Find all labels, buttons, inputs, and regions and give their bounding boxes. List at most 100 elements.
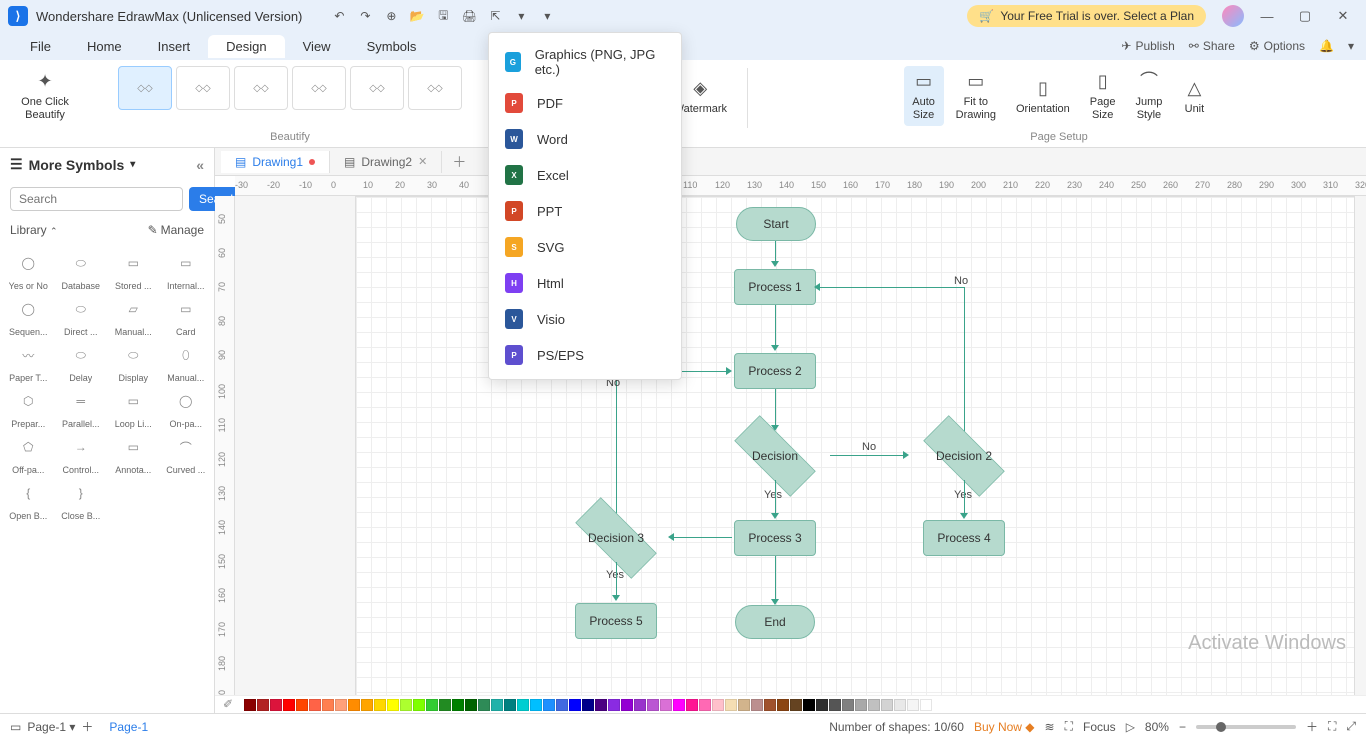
export-item[interactable]: SSVG <box>489 229 681 265</box>
color-swatch[interactable] <box>621 699 633 711</box>
color-swatch[interactable] <box>491 699 503 711</box>
trial-banner[interactable]: 🛒 Your Free Trial is over. Select a Plan <box>967 5 1206 27</box>
eyedropper-icon[interactable]: ✐ <box>223 697 239 713</box>
buy-now-link[interactable]: Buy Now ◆ <box>974 720 1035 734</box>
page-size-button[interactable]: ▯Page Size <box>1082 66 1124 126</box>
tab-drawing2[interactable]: ▤ Drawing2 ✕ <box>330 151 442 173</box>
export-item[interactable]: GGraphics (PNG, JPG etc.) <box>489 39 681 85</box>
color-swatch[interactable] <box>777 699 789 711</box>
color-swatch[interactable] <box>569 699 581 711</box>
color-swatch[interactable] <box>829 699 841 711</box>
shape-thumbnail[interactable]: ▭Annota... <box>111 431 156 475</box>
node-process3[interactable]: Process 3 <box>734 520 816 556</box>
beautify-style-5[interactable]: ◇◇ <box>350 66 404 110</box>
shape-thumbnail[interactable]: {Open B... <box>6 477 51 521</box>
close-button[interactable]: ✕ <box>1328 6 1358 26</box>
shape-thumbnail[interactable]: ▭Loop Li... <box>111 385 156 429</box>
add-tab-button[interactable]: ＋ <box>442 148 476 176</box>
shape-thumbnail[interactable]: ⬭Display <box>111 339 156 383</box>
shape-thumbnail[interactable]: ◯Yes or No <box>6 247 51 291</box>
minimize-button[interactable]: — <box>1252 6 1282 26</box>
beautify-style-1[interactable]: ◇◇ <box>118 66 172 110</box>
redo-icon[interactable]: ↷ <box>356 7 374 25</box>
layers-icon[interactable]: ≋ <box>1045 720 1055 734</box>
page-list-icon[interactable]: ▭ <box>10 720 21 734</box>
add-page-button[interactable]: ＋ <box>81 718 93 735</box>
color-swatch[interactable] <box>543 699 555 711</box>
node-process1[interactable]: Process 1 <box>734 269 816 305</box>
export-item[interactable]: PPS/EPS <box>489 337 681 373</box>
export-item[interactable]: PPPT <box>489 193 681 229</box>
page-selector[interactable]: Page-1 ▾ <box>27 720 75 734</box>
color-swatch[interactable] <box>790 699 802 711</box>
color-swatch[interactable] <box>608 699 620 711</box>
color-swatch[interactable] <box>582 699 594 711</box>
shape-thumbnail[interactable]: ▱Manual... <box>111 293 156 337</box>
shape-thumbnail[interactable]: →Control... <box>59 431 104 475</box>
fit-drawing-button[interactable]: ▭Fit to Drawing <box>948 66 1004 126</box>
color-swatch[interactable] <box>881 699 893 711</box>
fit-screen-icon[interactable]: ⛶ <box>1328 719 1336 734</box>
beautify-style-6[interactable]: ◇◇ <box>408 66 462 110</box>
beautify-style-3[interactable]: ◇◇ <box>234 66 288 110</box>
zoom-out-button[interactable]: − <box>1179 720 1186 734</box>
collapse-sidebar-icon[interactable]: « <box>196 157 204 173</box>
color-swatch[interactable] <box>634 699 646 711</box>
node-process4[interactable]: Process 4 <box>923 520 1005 556</box>
shape-thumbnail[interactable]: ⬭Direct ... <box>59 293 104 337</box>
shape-thumbnail[interactable]: }Close B... <box>59 477 104 521</box>
color-swatch[interactable] <box>465 699 477 711</box>
menu-symbols[interactable]: Symbols <box>349 35 435 58</box>
color-swatch[interactable] <box>725 699 737 711</box>
menu-home[interactable]: Home <box>69 35 140 58</box>
color-swatch[interactable] <box>426 699 438 711</box>
close-icon[interactable]: ✕ <box>418 155 427 168</box>
node-process2[interactable]: Process 2 <box>734 353 816 389</box>
beautify-style-4[interactable]: ◇◇ <box>292 66 346 110</box>
shape-thumbnail[interactable]: 〰Paper T... <box>6 339 51 383</box>
zoom-in-button[interactable]: ＋ <box>1306 718 1318 735</box>
chevron-down-icon[interactable]: ▾ <box>1348 39 1354 53</box>
undo-icon[interactable]: ↶ <box>330 7 348 25</box>
jump-style-button[interactable]: ⌒Jump Style <box>1128 66 1171 126</box>
color-swatch[interactable] <box>439 699 451 711</box>
node-decision[interactable]: Decision <box>720 431 830 481</box>
shape-thumbnail[interactable]: ⬡Prepar... <box>6 385 51 429</box>
focus-label[interactable]: Focus <box>1083 720 1116 734</box>
zoom-slider[interactable] <box>1196 725 1296 729</box>
export-item[interactable]: PPDF <box>489 85 681 121</box>
manage-button[interactable]: ✎Manage <box>148 223 204 237</box>
shape-thumbnail[interactable]: ◯Sequen... <box>6 293 51 337</box>
color-swatch[interactable] <box>855 699 867 711</box>
more-chevron-icon[interactable]: ▾ <box>538 7 556 25</box>
color-swatch[interactable] <box>738 699 750 711</box>
color-swatch[interactable] <box>296 699 308 711</box>
node-end[interactable]: End <box>735 605 815 639</box>
color-swatch[interactable] <box>413 699 425 711</box>
export-item[interactable]: VVisio <box>489 301 681 337</box>
avatar[interactable] <box>1222 5 1244 27</box>
color-swatch[interactable] <box>764 699 776 711</box>
color-swatch[interactable] <box>556 699 568 711</box>
open-icon[interactable]: 📂 <box>408 7 426 25</box>
color-swatch[interactable] <box>283 699 295 711</box>
notification-icon[interactable]: 🔔 <box>1319 39 1334 53</box>
color-swatch[interactable] <box>712 699 724 711</box>
color-swatch[interactable] <box>816 699 828 711</box>
shape-thumbnail[interactable]: ⌒Curved ... <box>164 431 209 475</box>
canvas[interactable]: Start Process 1 No Process 2 <box>235 196 1366 695</box>
unit-button[interactable]: △Unit <box>1174 73 1214 120</box>
new-icon[interactable]: ⊕ <box>382 7 400 25</box>
node-decision2[interactable]: Decision 2 <box>909 431 1019 481</box>
color-swatch[interactable] <box>361 699 373 711</box>
shape-thumbnail[interactable]: ▭Stored ... <box>111 247 156 291</box>
menu-view[interactable]: View <box>285 35 349 58</box>
play-icon[interactable]: ▷ <box>1126 720 1135 734</box>
export-item[interactable]: HHtml <box>489 265 681 301</box>
save-icon[interactable]: 🖫 <box>434 7 452 25</box>
auto-size-button[interactable]: ▭Auto Size <box>904 66 944 126</box>
color-swatch[interactable] <box>595 699 607 711</box>
color-swatch[interactable] <box>530 699 542 711</box>
shape-thumbnail[interactable]: ⬭Delay <box>59 339 104 383</box>
shape-thumbnail[interactable]: ═Parallel... <box>59 385 104 429</box>
